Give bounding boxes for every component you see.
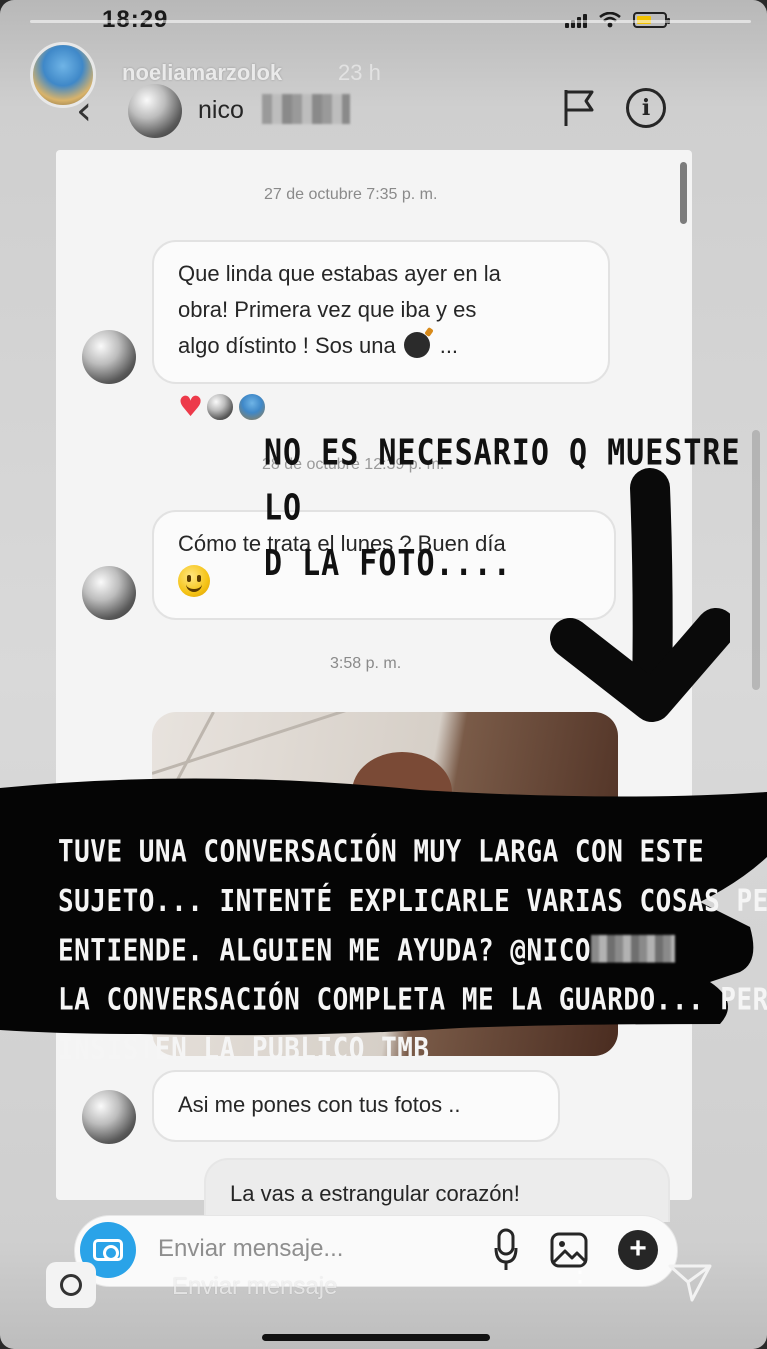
sender-avatar[interactable] <box>82 330 136 384</box>
message-bubble[interactable]: Que linda que estabas ayer en la obra! P… <box>152 240 610 384</box>
message-line: Que linda que estabas ayer en la <box>178 261 501 286</box>
annotation-line: SUJETO... INTENTÉ EXPLICARLE VARIAS COSA… <box>58 884 767 919</box>
microphone-icon[interactable] <box>494 1228 518 1272</box>
more-icon[interactable]: ⋮ <box>566 1258 594 1286</box>
mention-redaction <box>591 934 676 963</box>
camera-icon <box>60 1274 82 1296</box>
story-reply-input[interactable]: Enviar mensaje <box>172 1273 337 1301</box>
contact-name-redaction <box>262 94 350 124</box>
message-line: obra! Primera vez que iba y es <box>178 297 477 322</box>
message-line: La vas a estrangular corazón! <box>230 1181 520 1206</box>
reactor-avatar <box>237 392 268 422</box>
story-username[interactable]: noeliamarzolok <box>122 60 282 86</box>
annotation-line: LA CONVERSACIÓN COMPLETA ME LA GUARDO...… <box>58 983 767 1018</box>
back-arrow-icon[interactable]: ‹ <box>76 88 92 134</box>
reactor-avatar <box>205 392 236 422</box>
flag-icon[interactable] <box>562 88 596 128</box>
home-indicator <box>262 1334 490 1341</box>
drawn-arrow-icon <box>550 468 730 722</box>
message-input[interactable]: Enviar mensaje... <box>158 1235 343 1263</box>
heart-icon: ♥ <box>178 390 204 423</box>
send-icon[interactable] <box>666 1258 714 1306</box>
story-time-ago: 23 h <box>338 60 381 85</box>
timestamp: 3:58 p. m. <box>330 655 402 672</box>
sender-avatar[interactable] <box>82 566 136 620</box>
timestamp: 27 de octubre 7:35 p. m. <box>264 186 438 203</box>
annotation-line: INSISTEN LA PUBLICO TMB <box>58 1032 430 1068</box>
annotation-line: TUVE UNA CONVERSACIÓN MUY LARGA CON ESTE <box>58 834 705 870</box>
sender-avatar[interactable] <box>82 1090 136 1144</box>
message-line-with-emoji: algo dístinto ! Sos una... <box>178 328 584 364</box>
message-line: Asi me pones con tus fotos .. <box>178 1092 461 1117</box>
scrollbar[interactable] <box>680 162 687 224</box>
message-bubble[interactable]: Asi me pones con tus fotos .. <box>152 1070 560 1142</box>
plus-icon[interactable]: + <box>618 1230 658 1270</box>
contact-avatar[interactable] <box>128 84 182 138</box>
camera-icon <box>93 1239 123 1261</box>
bomb-icon <box>403 332 430 358</box>
annotation-mention-text: ENTIENDE. ALGUIEN ME AYUDA? @NICO <box>58 933 592 969</box>
message-reactions[interactable]: ♥ <box>178 390 268 423</box>
message-line: algo dístinto ! Sos una <box>178 333 396 358</box>
message-bubble-outgoing[interactable]: La vas a estrangular corazón! <box>204 1158 670 1222</box>
message-suffix: ... <box>439 333 459 358</box>
story-frame: 18:29 noeliamarzolok 23 h ‹ nico i 27 de… <box>0 0 767 1349</box>
contact-name[interactable]: nico <box>198 96 244 125</box>
story-camera-button[interactable] <box>46 1262 96 1308</box>
story-annotation-band: TUVE UNA CONVERSACIÓN MUY LARGA CON ESTE… <box>58 828 767 1075</box>
annotation-line-with-mention: ENTIENDE. ALGUIEN ME AYUDA? @NICO <box>58 927 738 976</box>
story-progress-bar <box>30 20 751 23</box>
info-icon[interactable]: i <box>626 88 666 128</box>
smiley-icon <box>178 565 210 598</box>
